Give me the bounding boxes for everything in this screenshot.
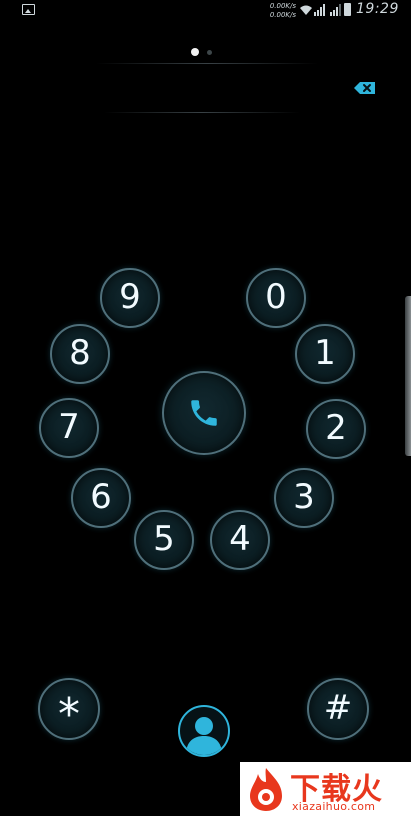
signal-icon <box>314 4 325 16</box>
flame-logo-icon <box>250 768 282 811</box>
wifi-icon <box>300 5 312 15</box>
signal-icon-secondary <box>330 4 341 16</box>
key-3[interactable]: 3 <box>274 468 334 528</box>
contacts-button[interactable] <box>178 705 230 757</box>
network-speed: 0.00K/s 0.00K/s <box>252 2 296 20</box>
key-star-label: * <box>58 689 80 740</box>
key-9-label: 9 <box>119 277 141 317</box>
person-icon <box>186 717 222 755</box>
key-7[interactable]: 7 <box>39 398 99 458</box>
battery-icon <box>344 3 351 16</box>
network-speed-up: 0.00K/s <box>269 2 296 10</box>
key-5-label: 5 <box>153 519 175 559</box>
key-2[interactable]: 2 <box>306 399 366 459</box>
watermark-url: xiazaihuo.com <box>292 800 376 813</box>
display-divider-top <box>96 63 318 64</box>
key-4[interactable]: 4 <box>210 510 270 570</box>
status-time: 19:29 <box>356 1 399 17</box>
edge-panel-handle[interactable] <box>405 296 411 456</box>
key-4-label: 4 <box>229 519 251 559</box>
key-hash[interactable]: # <box>307 678 369 740</box>
key-6[interactable]: 6 <box>71 468 131 528</box>
key-0[interactable]: 0 <box>246 268 306 328</box>
key-7-label: 7 <box>58 407 80 447</box>
call-button[interactable] <box>162 371 246 455</box>
number-display[interactable] <box>96 70 318 106</box>
status-bar: 0.00K/s 0.00K/s 19:29 <box>0 0 411 22</box>
key-0-label: 0 <box>265 277 287 317</box>
key-5[interactable]: 5 <box>134 510 194 570</box>
key-1-label: 1 <box>314 333 336 373</box>
page-dot <box>207 49 212 55</box>
display-divider-bottom <box>104 112 300 113</box>
key-8[interactable]: 8 <box>50 324 110 384</box>
key-6-label: 6 <box>90 477 112 517</box>
image-icon <box>22 4 35 15</box>
phone-icon <box>191 400 217 426</box>
network-speed-down: 0.00K/s <box>269 11 296 19</box>
key-star[interactable]: * <box>38 678 100 740</box>
key-3-label: 3 <box>293 477 315 517</box>
key-1[interactable]: 1 <box>295 324 355 384</box>
page-indicator <box>191 48 212 56</box>
key-9[interactable]: 9 <box>100 268 160 328</box>
key-2-label: 2 <box>325 408 347 448</box>
watermark: 下载火 xiazaihuo.com <box>240 762 411 816</box>
page-dot-active <box>191 48 199 56</box>
key-8-label: 8 <box>69 333 91 373</box>
backspace-icon[interactable] <box>353 81 377 95</box>
key-hash-label: # <box>323 688 353 728</box>
